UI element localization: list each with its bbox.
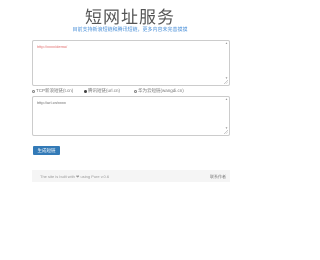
contact-author-link[interactable]: 联系作者	[210, 174, 226, 180]
option-tencent-label: 腾讯短链(url.cn)	[88, 88, 121, 93]
resize-handle-icon[interactable]	[224, 80, 228, 84]
url-input-value: http://xxxx/demo/	[37, 44, 68, 49]
url-output-value: http://url.cn/xxxx	[37, 100, 66, 105]
footer: The site is built with ❤ using Pure v.0.…	[32, 170, 230, 182]
page-title: 短网址服务	[85, 8, 175, 27]
url-input-textarea[interactable]: http://xxxx/demo/ ▲ ▼	[32, 40, 230, 86]
option-sina[interactable]: TCP新浪短链(t.cn)	[32, 88, 73, 94]
resize-handle-icon[interactable]	[224, 130, 228, 134]
generate-button[interactable]: 生成短链	[33, 146, 60, 155]
radio-icon[interactable]	[134, 89, 137, 93]
scroll-up-icon[interactable]: ▲	[225, 42, 228, 45]
shortener-options: TCP新浪短链(t.cn) 腾讯短链(url.cn) 华为云短链(wangdi.…	[32, 87, 230, 95]
radio-selected-icon[interactable]	[84, 89, 87, 93]
url-output-textarea[interactable]: http://url.cn/xxxx ▲ ▼	[32, 96, 230, 136]
page-subtitle: 目前支持新浪短链和腾讯短链，更多内容未完善摸摸	[72, 27, 188, 33]
option-sina-label: TCP新浪短链(t.cn)	[36, 88, 74, 93]
option-tencent[interactable]: 腾讯短链(url.cn)	[84, 88, 120, 94]
scroll-up-icon[interactable]: ▲	[225, 98, 228, 101]
option-huawei[interactable]: 华为云短链(wangdi.cn)	[134, 88, 184, 94]
footer-credit: The site is built with ❤ using Pure v.0.…	[40, 174, 110, 179]
option-huawei-label: 华为云短链(wangdi.cn)	[138, 88, 184, 93]
radio-icon[interactable]	[32, 89, 35, 93]
